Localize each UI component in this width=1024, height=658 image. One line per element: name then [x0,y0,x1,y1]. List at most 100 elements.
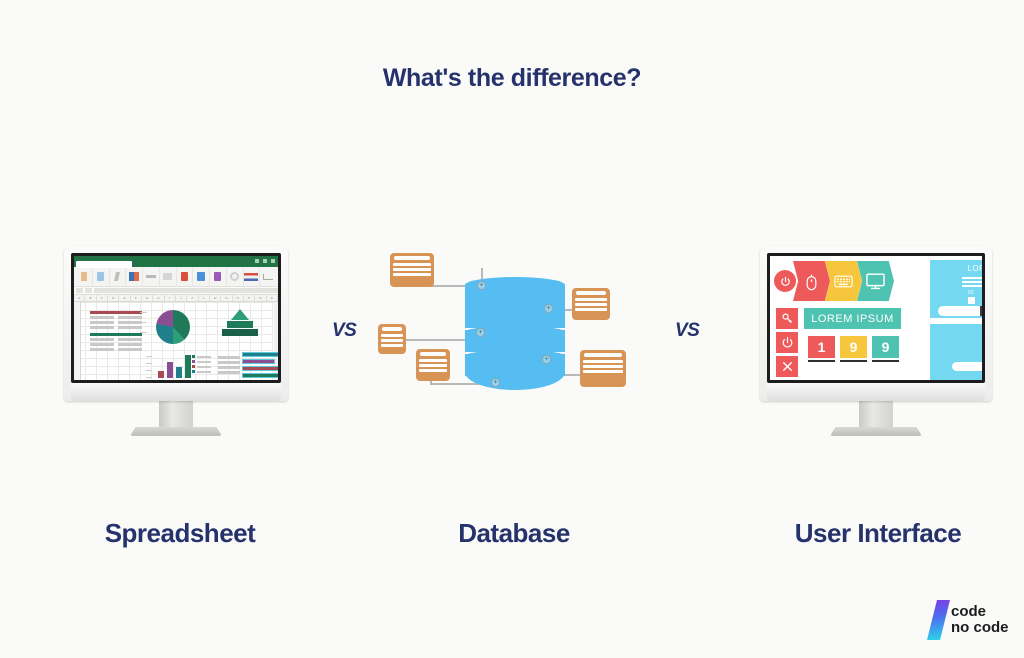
card-line [381,344,403,347]
column-header-row[interactable]: A B C D E F G H I J K L M N O P Q R [74,295,278,302]
monitor-foot [130,427,222,436]
excel-name-box[interactable] [76,261,132,268]
panel-bottom-bar[interactable] [952,362,982,371]
column-header[interactable]: Q [255,295,267,301]
monitor-body: LOREM IPSUM 1 9 9 LOR 50 [760,246,992,401]
column-header[interactable]: M [210,295,222,301]
ui-panel-upper[interactable]: LOREM 50 [930,260,982,318]
spreadsheet-grid[interactable] [74,302,278,380]
number-tile-1[interactable]: 1 [808,336,835,362]
column-header[interactable]: P [244,295,256,301]
sparkline-icon[interactable] [260,267,276,287]
column-header[interactable]: E [119,295,131,301]
chart-column-icon[interactable] [126,266,143,287]
panel-line [962,285,982,287]
slider-knob[interactable] [980,306,982,316]
paste-icon[interactable] [76,266,93,287]
record-card[interactable] [390,253,434,287]
card-line [393,273,431,276]
column-header[interactable]: L [199,295,210,301]
column-header[interactable]: G [142,295,154,301]
table-row [218,361,240,364]
row-header-column[interactable] [74,302,81,380]
formula-input[interactable] [94,288,278,293]
table-header-green [90,333,142,336]
column-header[interactable]: K [187,295,199,301]
power-icon [782,337,792,348]
keyboard-icon [834,275,853,287]
card-title-bar [420,352,446,356]
number-tile-2[interactable]: 9 [840,336,867,362]
function-button[interactable] [85,288,92,293]
excel-ribbon[interactable] [74,266,278,287]
logo-line-2: no code [951,619,1009,636]
record-card[interactable] [572,288,610,320]
record-card[interactable] [416,349,450,381]
record-card[interactable] [378,324,406,354]
format-painter-icon[interactable] [110,266,127,287]
table-row [90,316,142,319]
card-line [393,263,431,266]
card-line [381,339,403,342]
column-header[interactable]: N [221,295,233,301]
column-header[interactable]: O [233,295,244,301]
connector-node[interactable]: + [542,355,551,364]
connector-node[interactable]: + [544,304,553,313]
panel-line [962,277,982,279]
power-badge[interactable] [774,270,796,292]
pdf-icon[interactable] [177,266,194,287]
flag-icon[interactable] [244,266,261,287]
close-icon[interactable] [271,259,275,263]
key-button[interactable] [776,308,798,329]
connector-node[interactable]: + [491,378,500,387]
image-icon[interactable] [193,266,210,287]
slider-track[interactable] [938,306,982,316]
chevron-monitor[interactable] [857,261,894,301]
window-buttons[interactable] [255,259,275,263]
excel-formula-bar[interactable] [74,287,278,295]
column-header[interactable]: B [85,295,97,301]
slider-thumb-marker[interactable] [968,297,975,304]
tile-underline [872,360,899,362]
cell-reference-box[interactable] [76,288,83,293]
chevron-keyboard[interactable] [825,261,862,301]
caption-user-interface: User Interface [794,518,962,548]
shapes-icon[interactable] [210,266,227,287]
connector-node[interactable]: + [476,328,485,337]
column-header[interactable]: C [97,295,108,301]
number-tile-3[interactable]: 9 [872,336,899,362]
power-button[interactable] [776,332,798,353]
chart-horizontal-bar [242,352,278,380]
table-icon[interactable] [160,266,177,287]
panel-line [962,281,982,283]
column-header[interactable]: A [74,295,86,301]
column-header[interactable]: H [153,295,165,301]
line-icon[interactable] [143,266,160,287]
maximize-icon[interactable] [263,259,267,263]
column-header[interactable]: J [176,295,188,301]
card-line [393,268,431,271]
chevron-mouse[interactable] [793,261,830,301]
column-header[interactable]: D [108,295,120,301]
copy-icon[interactable] [93,266,110,287]
connector-node[interactable]: + [477,281,486,290]
ui-side-buttons[interactable] [776,308,798,377]
column-header[interactable]: F [131,295,142,301]
lorem-ipsum-banner[interactable]: LOREM IPSUM [804,308,901,329]
pie-icon[interactable] [227,266,244,287]
record-card[interactable] [580,350,626,387]
column-header[interactable]: R [267,295,278,301]
table-row [218,356,240,359]
ui-panel-lower[interactable] [930,324,982,380]
ui-number-tiles[interactable]: 1 9 9 [808,336,899,362]
chart-bar [158,354,191,378]
brand-logo[interactable]: code no code [927,600,1009,640]
card-title-bar [382,327,402,331]
page-title: What's the difference? [382,64,642,92]
chevron-nav[interactable] [774,261,894,301]
excel-title-bar [74,256,278,268]
minimize-icon[interactable] [255,259,259,263]
close-button[interactable] [776,356,798,377]
table-row [218,366,240,369]
column-header[interactable]: I [165,295,176,301]
